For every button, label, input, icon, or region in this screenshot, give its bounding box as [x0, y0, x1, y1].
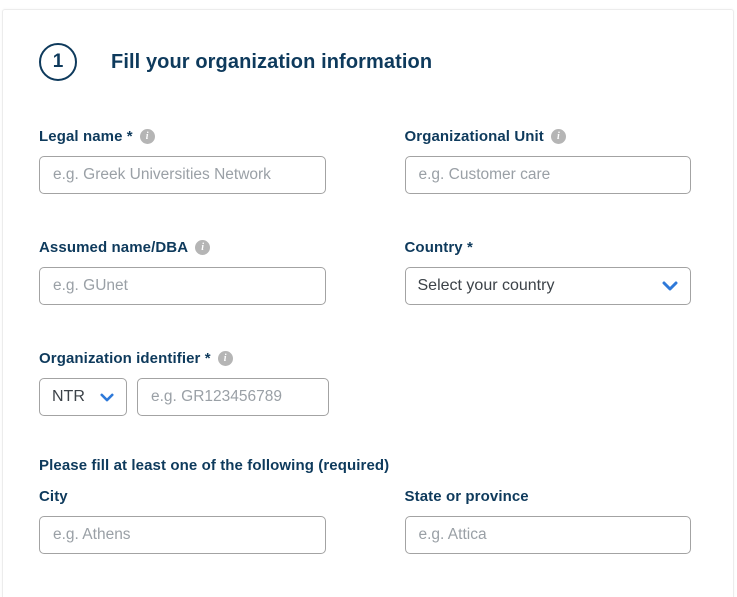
info-icon[interactable]: i: [195, 240, 210, 255]
city-label: City: [39, 488, 68, 505]
legal-name-label: Legal name *: [39, 128, 133, 145]
section-note: Please fill at least one of the followin…: [39, 457, 691, 474]
chevron-down-icon: [100, 393, 114, 402]
identifier-type-value: NTR: [52, 388, 85, 406]
page-title: Fill your organization information: [111, 51, 432, 74]
step-number: 1: [53, 51, 64, 73]
info-icon[interactable]: i: [218, 351, 233, 366]
legal-name-label-row: Legal name * i: [39, 128, 326, 145]
legal-name-input[interactable]: [39, 156, 326, 194]
form-row-1: Legal name * i Organizational Unit i: [39, 128, 691, 194]
form-row-4: City State or province: [39, 488, 691, 554]
state-input[interactable]: [405, 516, 692, 554]
info-icon[interactable]: i: [551, 129, 566, 144]
step-number-badge: 1: [39, 43, 77, 81]
org-unit-label: Organizational Unit: [405, 128, 544, 145]
state-label: State or province: [405, 488, 529, 505]
organization-info-card: 1 Fill your organization information Leg…: [2, 9, 734, 597]
country-select-value: Select your country: [418, 277, 555, 295]
state-label-row: State or province: [405, 488, 692, 505]
assumed-name-input[interactable]: [39, 267, 326, 305]
city-input[interactable]: [39, 516, 326, 554]
country-label: Country *: [405, 239, 473, 256]
assumed-name-label-row: Assumed name/DBA i: [39, 239, 326, 256]
org-identifier-input[interactable]: [137, 378, 329, 416]
identifier-type-select[interactable]: NTR: [39, 378, 127, 416]
org-identifier-label: Organization identifier *: [39, 350, 211, 367]
country-label-row: Country *: [405, 239, 692, 256]
form-row-3: Organization identifier * i NTR: [39, 350, 691, 416]
form-row-2: Assumed name/DBA i Country * Select your…: [39, 239, 691, 305]
org-unit-label-row: Organizational Unit i: [405, 128, 692, 145]
chevron-down-icon: [662, 281, 678, 291]
city-label-row: City: [39, 488, 326, 505]
step-header: 1 Fill your organization information: [39, 43, 691, 81]
country-select[interactable]: Select your country: [405, 267, 692, 305]
assumed-name-label: Assumed name/DBA: [39, 239, 188, 256]
org-unit-input[interactable]: [405, 156, 692, 194]
org-identifier-label-row: Organization identifier * i: [39, 350, 329, 367]
info-icon[interactable]: i: [140, 129, 155, 144]
